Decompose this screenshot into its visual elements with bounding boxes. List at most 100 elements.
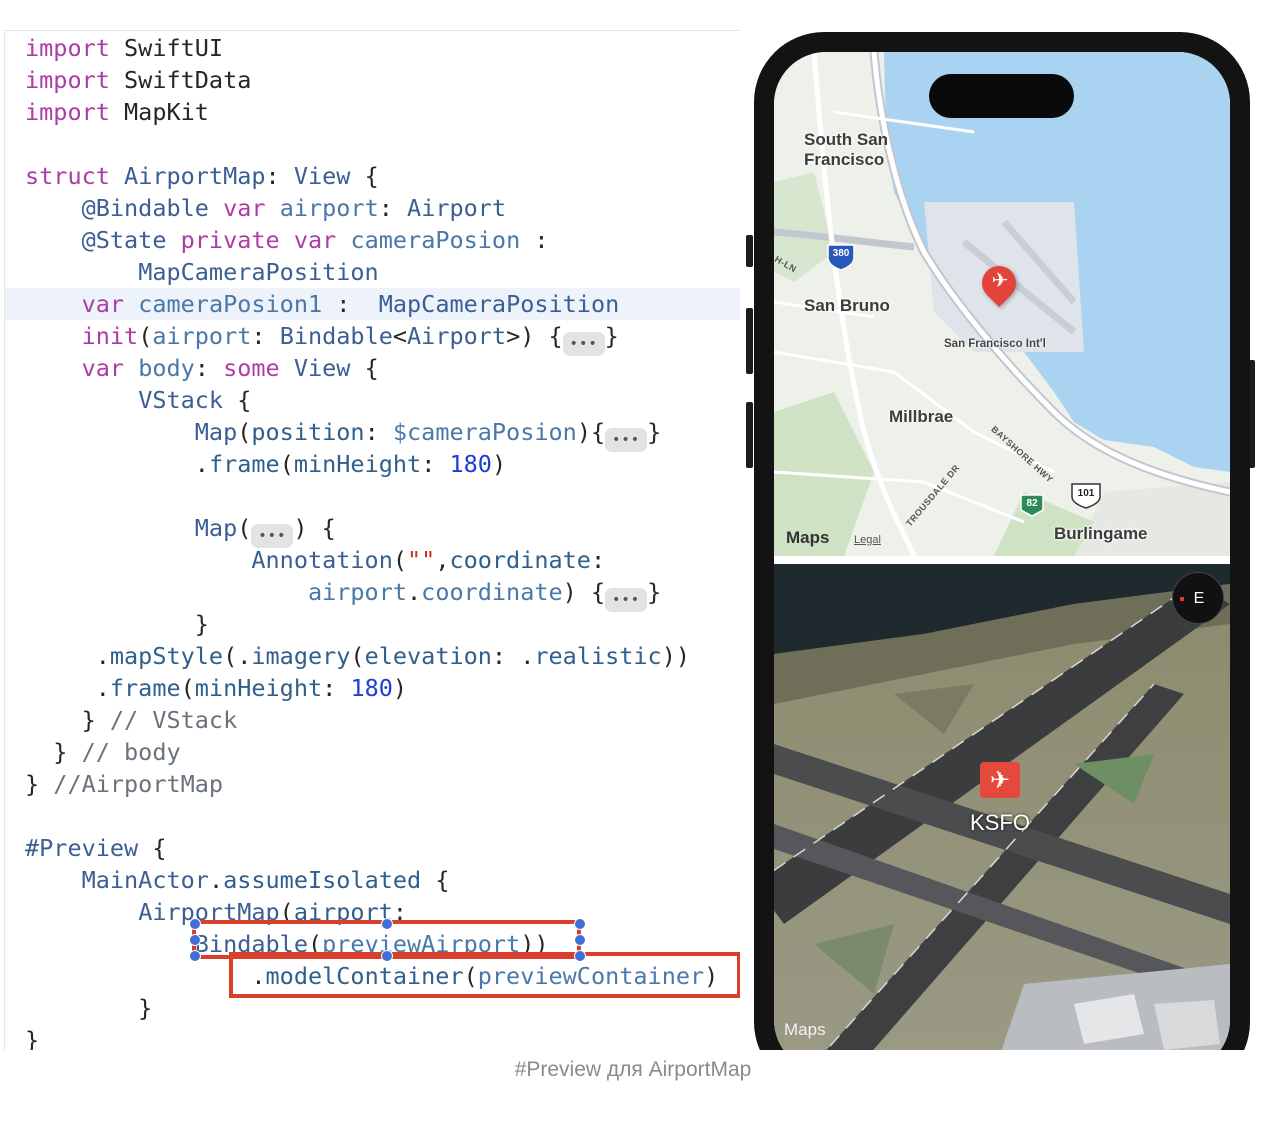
code-token: "" [407,546,436,574]
code-token: previewContainer [477,962,705,990]
code-line[interactable]: init(airport: Bindable<Airport>) {•••} [5,320,743,356]
editor-top-border [5,30,743,31]
shield-101: 101 [1077,488,1095,499]
selection-handle[interactable] [189,950,201,962]
code-token: airport [293,898,393,926]
code-line[interactable]: import MapKit [5,96,743,128]
phone-frame: South San Francisco San Bruno Millbrae B… [754,32,1250,1050]
code-token: AirportMap [138,898,280,926]
satellite-map[interactable]: E ✈ KSFO Maps [774,564,1230,1050]
code-token: previewAirport [322,930,521,958]
code-line-text: MapCameraPosition [25,256,379,288]
code-line[interactable]: } // body [5,736,743,768]
apple-maps-logo: Maps [786,528,829,548]
side-button [746,235,753,267]
code-token: < [392,322,408,350]
code-token: . [208,866,224,894]
code-token: AirportMap [124,162,266,190]
shield-380: 380 [832,248,850,259]
code-line[interactable]: VStack { [5,384,743,416]
code-editor[interactable]: import SwiftUI import SwiftData import Map… [4,30,743,1050]
code-token: } [25,770,54,798]
code-token: elevation [364,642,492,670]
code-line[interactable]: var body: some View { [5,352,743,384]
code-token: var [223,194,266,222]
code-token: Airport [407,322,507,350]
code-token: (. [223,642,252,670]
code-line-text: init(airport: Bindable<Airport>) {•••} [25,320,619,356]
code-line[interactable] [5,800,743,832]
code-token: minHeight [194,674,323,702]
code-line[interactable]: Map(position: $cameraPosion){•••} [5,416,743,452]
code-token: ) [392,674,408,702]
code-line[interactable]: } // VStack [5,704,743,736]
code-line[interactable]: AirportMap(airport: [5,896,743,928]
code-line[interactable]: Map(•••) { [5,512,743,548]
code-line[interactable]: @Bindable var airport: Airport [5,192,743,224]
code-line[interactable]: } [5,1024,743,1050]
code-line-current[interactable]: var cameraPosion1 : MapCameraPosition [5,288,743,320]
code-token: assumeIsolated [223,866,422,894]
shield-82: 82 [1026,498,1038,509]
code-token: } [25,706,110,734]
code-token: : [520,226,549,254]
code-line[interactable] [5,128,743,160]
code-line[interactable]: Annotation("",coordinate: [5,544,743,576]
selection-handle[interactable] [189,918,201,930]
code-line[interactable]: MainActor.assumeIsolated { [5,864,743,896]
code-line[interactable]: import SwiftUI [5,32,743,64]
code-token: airport [307,578,408,606]
code-line[interactable]: #Preview { [5,832,743,864]
code-token: ) [704,962,719,990]
code-token: cameraPosion1 [138,290,323,318]
selection-handle[interactable] [381,918,393,930]
code-token: ( [138,322,153,350]
code-line[interactable]: } [5,992,743,1024]
selection-handle[interactable] [189,934,201,946]
compass-icon[interactable]: E [1172,572,1224,624]
code-line[interactable]: struct AirportMap: View { [5,160,743,192]
code-line[interactable]: MapCameraPosition [5,256,743,288]
code-line[interactable]: airport.coordinate) {•••} [5,576,743,612]
code-token: { [223,386,252,414]
code-line[interactable]: .frame(minHeight: 180) [5,448,743,480]
code-token: : [322,674,351,702]
airplane-icon: ✈ [991,268,1009,292]
selection-handle[interactable] [381,950,393,962]
code-line[interactable]: Bindable(previewAirport)) [5,928,743,960]
phone-screen: South San Francisco San Bruno Millbrae B… [774,52,1230,1050]
selection-handle[interactable] [574,918,586,930]
code-token: Map [194,514,238,542]
code-line[interactable] [5,480,743,512]
selection-handle[interactable] [574,934,586,946]
standard-map[interactable]: South San Francisco San Bruno Millbrae B… [774,52,1230,556]
code-token: : [392,898,408,926]
code-token: ) { [293,514,336,542]
code-line[interactable]: .frame(minHeight: 180) [5,672,743,704]
code-token: Map [194,418,238,446]
code-token: } [604,322,619,350]
code-token: : [265,162,294,190]
code-token: } [25,1026,40,1050]
code-line[interactable]: } [5,608,743,640]
apple-maps-logo: Maps [784,1020,826,1040]
code-token: : [251,322,280,350]
dynamic-island [929,74,1074,118]
code-line[interactable]: @State private var cameraPosion : [5,224,743,256]
code-line[interactable]: .mapStyle(.imagery(elevation: .realistic… [5,640,743,672]
code-line-text: } [25,992,152,1024]
selection-handle[interactable] [574,950,586,962]
code-line[interactable]: .modelContainer(previewContainer) [5,960,743,992]
legal-link[interactable]: Legal [854,534,881,546]
code-line[interactable]: import SwiftData [5,64,743,96]
maps-mark-text: Maps [784,1020,826,1039]
code-line[interactable]: } //AirportMap [5,768,743,800]
